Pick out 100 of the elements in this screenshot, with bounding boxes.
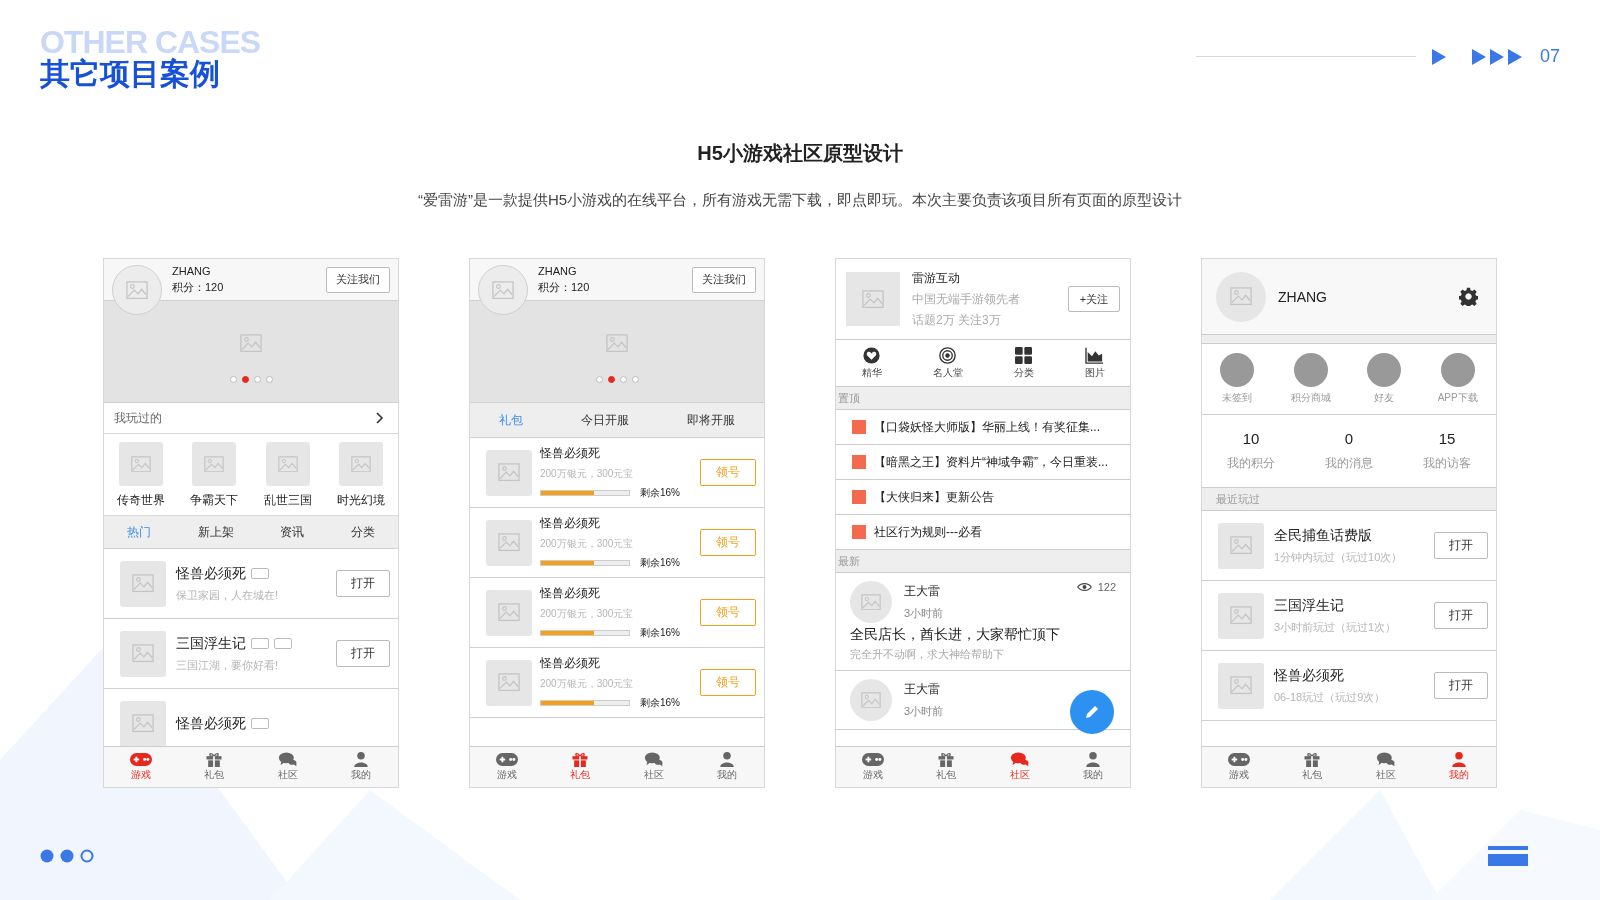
follow-button[interactable]: 关注我们 <box>326 266 390 293</box>
image-icon <box>240 333 262 353</box>
nav-tab[interactable]: 社区 <box>276 752 299 782</box>
nav-tab[interactable]: 我的 <box>350 752 373 782</box>
open-button[interactable]: 打开 <box>1434 602 1488 629</box>
game-thumbnail[interactable] <box>265 442 310 486</box>
project-description: “爱雷游”是一款提供H5小游戏的在线平台，所有游戏无需下载，即点即玩。本次主要负责该项目所有页面的原型设计 <box>416 191 1184 210</box>
carousel-dot[interactable] <box>595 376 603 384</box>
remaining-text: 剩余16% <box>640 486 680 500</box>
tab[interactable]: 今日开服 <box>581 411 629 429</box>
nav-tab[interactable]: 礼包 <box>569 752 592 782</box>
play-history: 3小时前玩过（玩过1次） <box>1274 619 1398 635</box>
gamepad-icon <box>1227 752 1250 767</box>
shortcut-item[interactable]: 分类 <box>1013 346 1034 380</box>
gamepad-icon <box>129 752 152 767</box>
image-icon <box>126 280 148 300</box>
tab[interactable]: 热门 <box>127 523 152 541</box>
nav-tab[interactable]: 游戏 <box>129 752 152 782</box>
menu-icon[interactable] <box>1488 846 1528 866</box>
pinned-title: 【暗黑之王】资料片“神域争霸”，今日重装... <box>874 453 1108 471</box>
shortcut-item[interactable]: 图片 <box>1084 346 1105 380</box>
open-button[interactable]: 打开 <box>336 570 390 597</box>
pinned-post[interactable]: 【口袋妖怪大师版】华丽上线！有奖征集... <box>836 410 1130 445</box>
game-thumbnail[interactable] <box>118 442 163 486</box>
carousel-dot[interactable] <box>607 376 615 384</box>
nav-tab[interactable]: 游戏 <box>495 752 518 782</box>
game-name: 时光幻境 <box>337 492 386 509</box>
post-time: 3小时前 <box>904 606 944 621</box>
view-count: 122 <box>1097 581 1116 593</box>
pinned-post[interactable]: 【暗黑之王】资料片“神域争霸”，今日重装... <box>836 445 1130 480</box>
image-icon <box>498 533 520 552</box>
tag-placeholder <box>274 638 292 649</box>
pagination-dots-icon <box>40 848 96 864</box>
image-icon <box>204 455 225 473</box>
nav-tab[interactable]: 礼包 <box>203 752 226 782</box>
carousel-dot[interactable] <box>241 376 249 384</box>
nav-tab[interactable]: 社区 <box>1374 752 1397 782</box>
game-name: 传奇世界 <box>116 492 165 509</box>
shortcut-item[interactable]: 精华 <box>861 346 882 380</box>
nav-tab[interactable]: 礼包 <box>935 752 958 782</box>
pinned-title: 【大侠归来】更新公告 <box>874 488 994 506</box>
game-thumbnail[interactable] <box>339 442 384 486</box>
chat-icon <box>642 752 665 767</box>
nav-tab[interactable]: 游戏 <box>861 752 884 782</box>
section-header: 最新 <box>836 550 1130 573</box>
nav-tab[interactable]: 游戏 <box>1227 752 1250 782</box>
image-icon <box>351 455 372 473</box>
tab[interactable]: 资讯 <box>280 523 305 541</box>
remaining-text: 剩余16% <box>640 626 680 640</box>
image-icon <box>498 603 520 622</box>
tab[interactable]: 新上架 <box>197 523 234 541</box>
nav-tab[interactable]: 我的 <box>716 752 739 782</box>
pinned-post[interactable]: 【大侠归来】更新公告 <box>836 480 1130 515</box>
carousel-dot[interactable] <box>229 376 237 384</box>
played-header[interactable]: 我玩过的 <box>104 403 398 434</box>
image-icon <box>606 333 628 353</box>
post-card[interactable]: 王大雷 3小时前 122 全民店长，酋长进，大家帮忙顶下 完全升不动啊，求大神给帮助下 <box>836 573 1130 671</box>
open-button[interactable]: 打开 <box>336 640 390 667</box>
chevron-right-icon <box>376 412 384 424</box>
carousel-dot[interactable] <box>265 376 273 384</box>
target-icon <box>938 346 957 364</box>
play-history: 1分钟内玩过（玩过10次） <box>1274 549 1404 565</box>
gift-title: 怪兽必须死 <box>540 515 601 532</box>
grid-icon <box>1014 346 1033 364</box>
follow-button[interactable]: +关注 <box>1068 286 1120 312</box>
carousel-dot[interactable] <box>253 376 261 384</box>
nav-tab[interactable]: 社区 <box>642 752 665 782</box>
nav-tab[interactable]: 社区 <box>1008 752 1031 782</box>
tab[interactable]: 分类 <box>350 523 375 541</box>
game-thumbnail[interactable] <box>192 442 237 486</box>
game-title: 三国浮生记 <box>1274 596 1345 615</box>
compose-button[interactable] <box>1070 690 1114 734</box>
settings-icon[interactable] <box>1459 287 1478 306</box>
open-button[interactable]: 打开 <box>1434 672 1488 699</box>
nav-tab[interactable]: 我的 <box>1448 752 1471 782</box>
user-name: ZHANG <box>1278 288 1328 305</box>
eye-icon <box>1076 582 1092 592</box>
nav-tab[interactable]: 我的 <box>1082 752 1105 782</box>
tab[interactable]: 即将开服 <box>687 411 735 429</box>
image-icon <box>132 574 154 593</box>
tab[interactable]: 礼包 <box>499 411 523 429</box>
gamepad-icon <box>495 752 518 767</box>
tag-placeholder <box>251 638 269 649</box>
gift-description: 200万银元，300元宝 <box>540 607 635 621</box>
nav-tab[interactable]: 礼包 <box>1301 752 1324 782</box>
shortcut-item[interactable]: 名人堂 <box>932 346 963 380</box>
game-title: 怪兽必须死 <box>176 714 246 733</box>
follow-button[interactable]: 关注我们 <box>692 266 756 293</box>
carousel-dot[interactable] <box>619 376 627 384</box>
remaining-text: 剩余16% <box>640 556 680 570</box>
stat-value: 0 <box>1344 430 1354 447</box>
carousel-dot[interactable] <box>631 376 639 384</box>
section-header: 最近玩过 <box>1202 488 1496 511</box>
points-text: 积分：120 <box>172 279 224 295</box>
gift-title: 怪兽必须死 <box>540 585 601 602</box>
club-stats: 话题2万 关注3万 <box>912 311 1002 329</box>
open-button[interactable]: 打开 <box>1434 532 1488 559</box>
tag-placeholder <box>251 718 269 729</box>
stat-label: 我的访客 <box>1423 455 1471 472</box>
pin-marker <box>852 420 866 434</box>
